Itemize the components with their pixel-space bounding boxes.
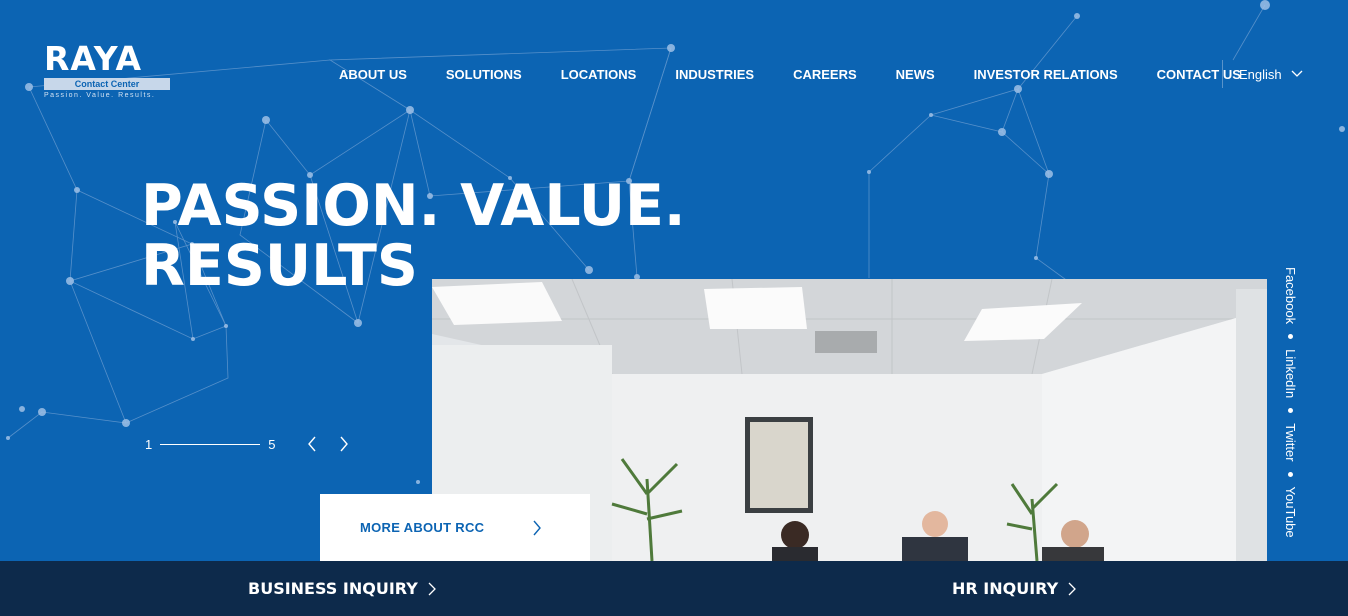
social-twitter[interactable]: Twitter: [1283, 423, 1298, 461]
nav-news[interactable]: NEWS: [896, 67, 935, 82]
language-label: English: [1239, 66, 1282, 82]
nav-solutions[interactable]: SOLUTIONS: [446, 67, 522, 82]
language-selector[interactable]: English: [1239, 64, 1303, 84]
hero-section: RAYA Contact Center Passion. Value. Resu…: [0, 0, 1348, 561]
social-facebook[interactable]: Facebook: [1283, 267, 1298, 324]
separator-dot: [1288, 334, 1293, 340]
nav-locations[interactable]: LOCATIONS: [561, 67, 637, 82]
nav-industries[interactable]: INDUSTRIES: [675, 67, 754, 82]
main-nav: ABOUT US SOLUTIONS LOCATIONS INDUSTRIES …: [339, 64, 1280, 84]
nav-careers[interactable]: CAREERS: [793, 67, 857, 82]
nav-investor-relations[interactable]: INVESTOR RELATIONS: [974, 67, 1118, 82]
nav-divider: [1222, 60, 1223, 88]
logo-tagline: Passion. Value. Results.: [44, 92, 156, 99]
separator-dot: [1288, 471, 1293, 477]
slide-total: 5: [268, 436, 276, 452]
hr-inquiry-link[interactable]: HR INQUIRY: [952, 561, 1077, 616]
headline-line-1: PASSION. VALUE.: [141, 173, 686, 239]
social-links: Facebook LinkedIn Twitter YouTube: [1282, 267, 1302, 547]
inquiry-bar: BUSINESS INQUIRY HR INQUIRY: [0, 561, 1348, 616]
social-youtube[interactable]: YouTube: [1283, 487, 1298, 538]
business-inquiry-link[interactable]: BUSINESS INQUIRY: [248, 561, 436, 616]
nav-contact-us[interactable]: CONTACT US: [1157, 67, 1241, 82]
chevron-right-icon: [533, 520, 542, 535]
next-slide-button[interactable]: [339, 436, 349, 452]
business-inquiry-label: BUSINESS INQUIRY: [248, 579, 418, 598]
slide-current: 1: [145, 436, 153, 452]
chevron-right-icon: [428, 582, 436, 595]
logo-subtitle: Contact Center: [44, 78, 170, 90]
slider-controls: 1 5: [145, 436, 349, 452]
prev-slide-button[interactable]: [307, 436, 317, 452]
social-links-rotated: Facebook LinkedIn Twitter YouTube: [1283, 267, 1298, 538]
chevron-right-icon: [340, 436, 349, 452]
chevron-right-icon: [1068, 582, 1077, 595]
more-about-rcc-button[interactable]: MORE ABOUT RCC: [320, 494, 590, 561]
chevron-down-icon: [1291, 70, 1303, 77]
more-about-label: MORE ABOUT RCC: [360, 520, 485, 535]
separator-dot: [1288, 408, 1293, 414]
nav-about-us[interactable]: ABOUT US: [339, 67, 407, 82]
slide-progress-line: [160, 443, 261, 445]
hero-headline: PASSION. VALUE. RESULTS: [141, 176, 686, 296]
logo-wordmark: RAYA: [44, 39, 143, 78]
social-linkedin[interactable]: LinkedIn: [1283, 349, 1298, 398]
hr-inquiry-label: HR INQUIRY: [952, 579, 1059, 598]
raya-logo[interactable]: RAYA Contact Center Passion. Value. Resu…: [44, 42, 172, 104]
chevron-left-icon: [308, 436, 317, 452]
